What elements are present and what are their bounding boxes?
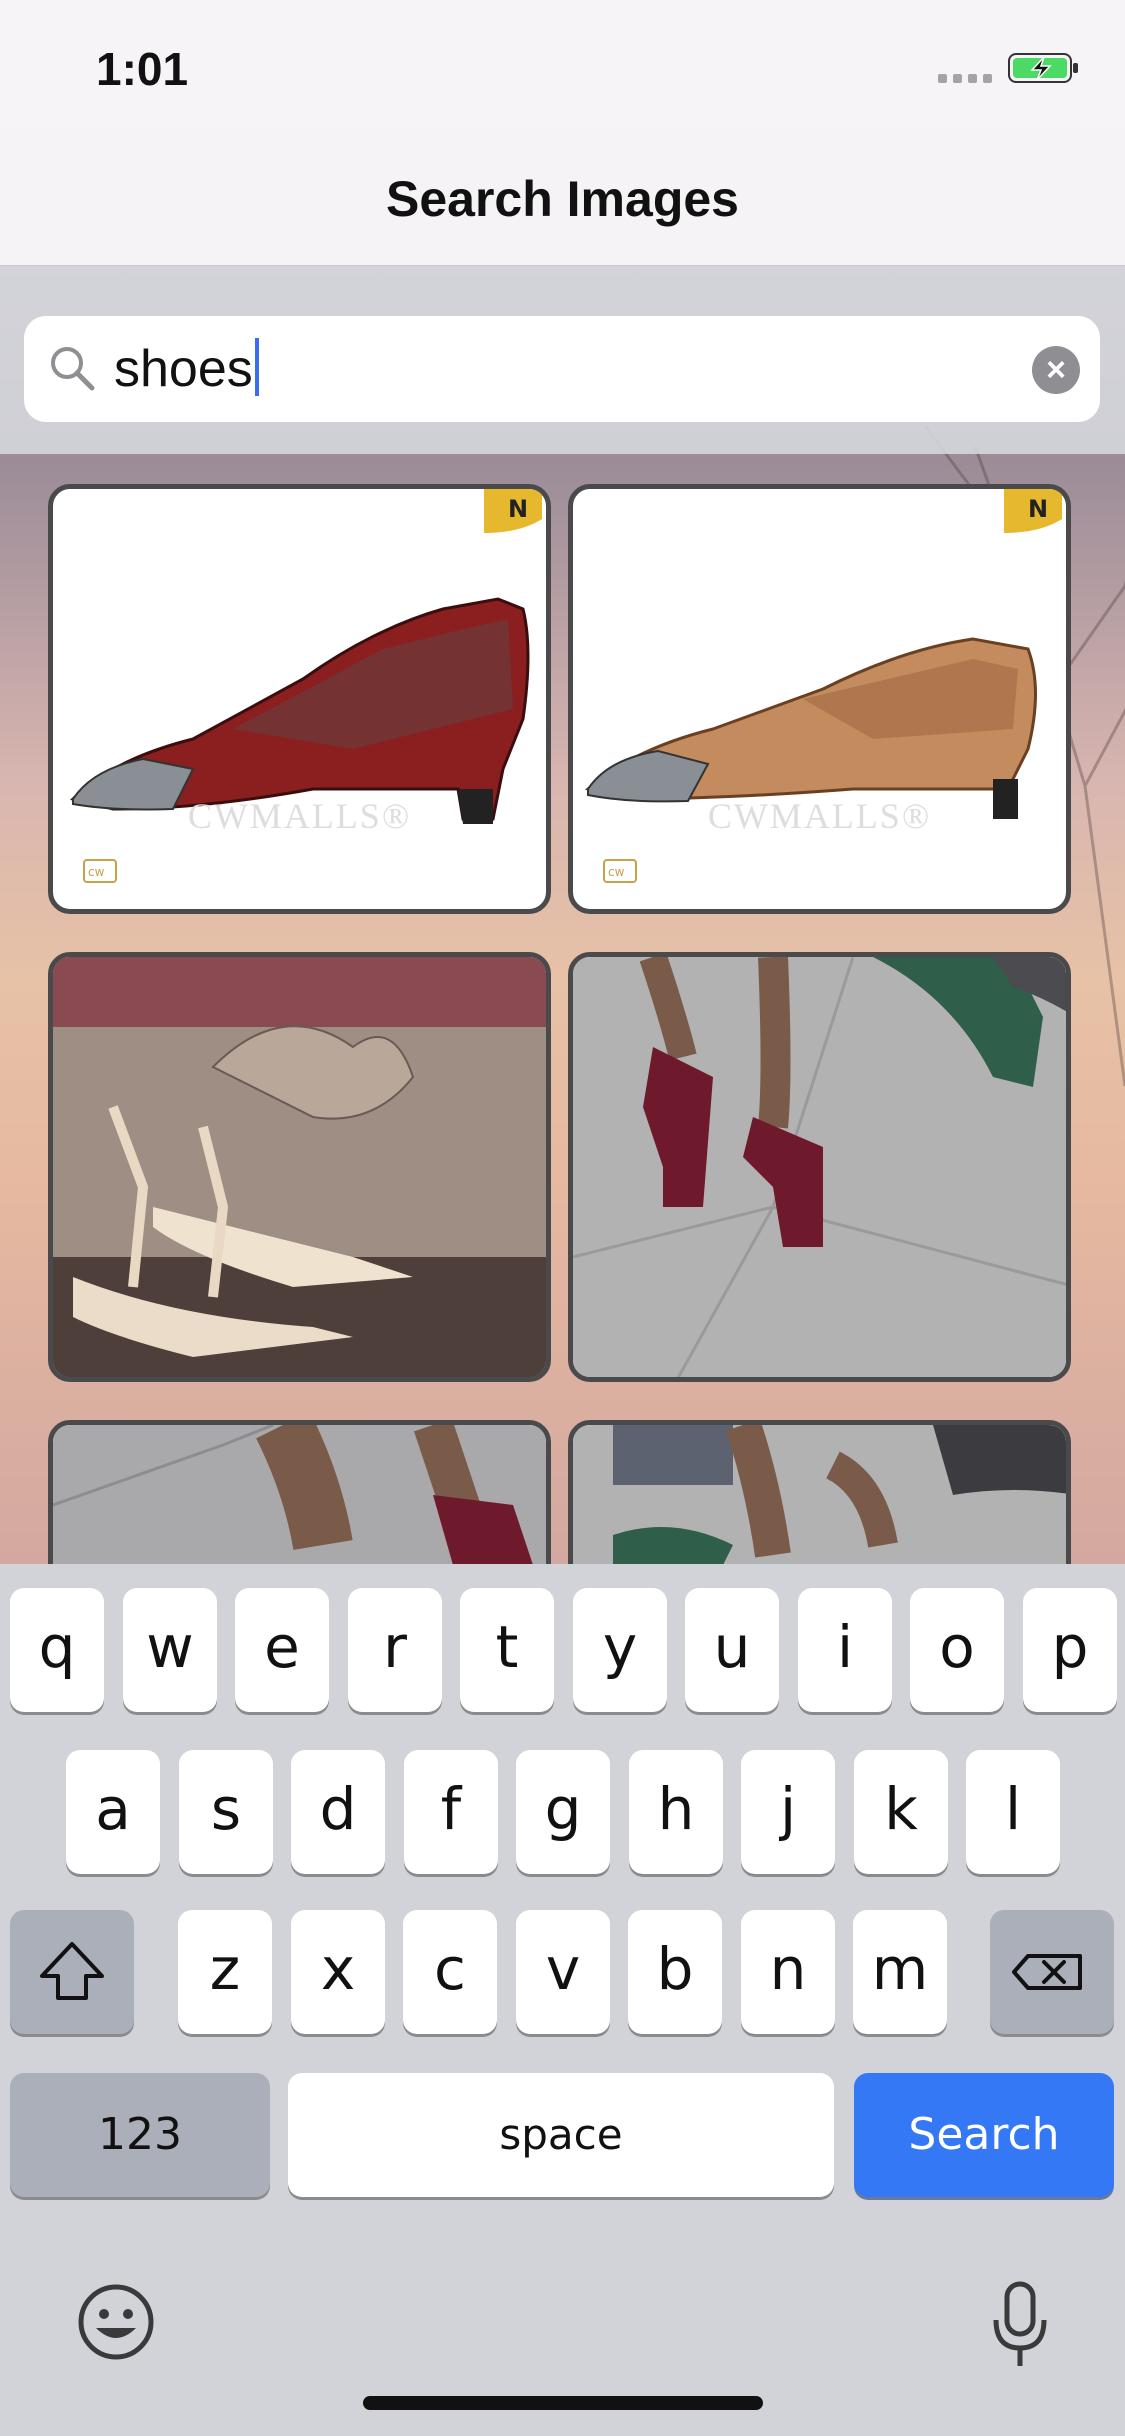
result-image-3[interactable] — [48, 952, 551, 1382]
key-z[interactable]: z — [178, 1910, 272, 2034]
key-f[interactable]: f — [404, 1750, 498, 1874]
search-key[interactable]: Search — [854, 2073, 1114, 2197]
result-image-1[interactable]: N CWMALLS® cw — [48, 484, 551, 914]
watermark-text: CWMALLS® — [187, 796, 412, 836]
key-m[interactable]: m — [853, 1910, 947, 2034]
key-o[interactable]: o — [910, 1588, 1004, 1712]
svg-text:N: N — [508, 495, 528, 523]
key-t[interactable]: t — [460, 1588, 554, 1712]
search-query-text[interactable]: shoes — [114, 338, 259, 399]
battery-charging-icon — [1008, 53, 1078, 83]
photo-image — [53, 957, 546, 1377]
key-e[interactable]: e — [235, 1588, 329, 1712]
new-badge-icon: N — [484, 489, 542, 533]
key-d[interactable]: d — [291, 1750, 385, 1874]
shoe-image — [70, 597, 530, 824]
svg-text:cw: cw — [88, 865, 105, 879]
key-l[interactable]: l — [966, 1750, 1060, 1874]
status-bar: 1:01 — [0, 0, 1125, 130]
watermark-text: CWMALLS® — [707, 796, 932, 836]
result-image-6[interactable] — [568, 1420, 1071, 1566]
svg-text:N: N — [1028, 495, 1048, 523]
key-y[interactable]: y — [573, 1588, 667, 1712]
magnifier-icon — [51, 347, 95, 391]
key-p[interactable]: p — [1023, 1588, 1117, 1712]
cellular-signal-icon — [938, 74, 994, 86]
backspace-icon — [1012, 1954, 1082, 1990]
cw-logo: cw — [603, 859, 637, 883]
key-v[interactable]: v — [516, 1910, 610, 2034]
key-s[interactable]: s — [179, 1750, 273, 1874]
search-bar-container: shoes × — [0, 266, 1125, 454]
home-indicator — [363, 2396, 763, 2410]
delete-key[interactable] — [990, 1910, 1114, 2034]
page-title: Search Images — [386, 171, 739, 227]
key-u[interactable]: u — [685, 1588, 779, 1712]
key-x[interactable]: x — [291, 1910, 385, 2034]
new-badge-icon: N — [1004, 489, 1062, 533]
key-q[interactable]: q — [10, 1588, 104, 1712]
text-caret — [254, 338, 259, 396]
key-g[interactable]: g — [516, 1750, 610, 1874]
key-n[interactable]: n — [741, 1910, 835, 2034]
space-key[interactable]: space — [288, 2073, 834, 2197]
result-image-5[interactable] — [48, 1420, 551, 1566]
cw-logo: cw — [83, 859, 117, 883]
results-area[interactable]: shoes × N CWMALLS® cw N CWMALLS® cw — [0, 266, 1125, 1566]
key-j[interactable]: j — [741, 1750, 835, 1874]
xmark-circle-icon[interactable]: × — [1032, 346, 1080, 394]
key-h[interactable]: h — [629, 1750, 723, 1874]
photo-image — [53, 1425, 546, 1566]
status-time: 1:01 — [96, 43, 189, 95]
key-i[interactable]: i — [798, 1588, 892, 1712]
numbers-key[interactable]: 123 — [10, 2073, 270, 2197]
shoe-image — [584, 637, 1037, 819]
result-image-4[interactable] — [568, 952, 1071, 1382]
photo-image — [573, 957, 1066, 1377]
navigation-bar: Search Images — [0, 130, 1125, 266]
key-b[interactable]: b — [628, 1910, 722, 2034]
emoji-face-icon[interactable] — [76, 2282, 156, 2362]
result-image-2[interactable]: N CWMALLS® cw — [568, 484, 1071, 914]
photo-image — [573, 1425, 1066, 1566]
key-r[interactable]: r — [348, 1588, 442, 1712]
microphone-icon[interactable] — [990, 2280, 1050, 2370]
shift-arrow-icon — [40, 1942, 104, 2000]
key-w[interactable]: w — [123, 1588, 217, 1712]
key-c[interactable]: c — [403, 1910, 497, 2034]
shift-key[interactable] — [10, 1910, 134, 2034]
key-a[interactable]: a — [66, 1750, 160, 1874]
search-input[interactable]: shoes × — [24, 316, 1100, 422]
svg-text:cw: cw — [608, 865, 625, 879]
key-k[interactable]: k — [854, 1750, 948, 1874]
